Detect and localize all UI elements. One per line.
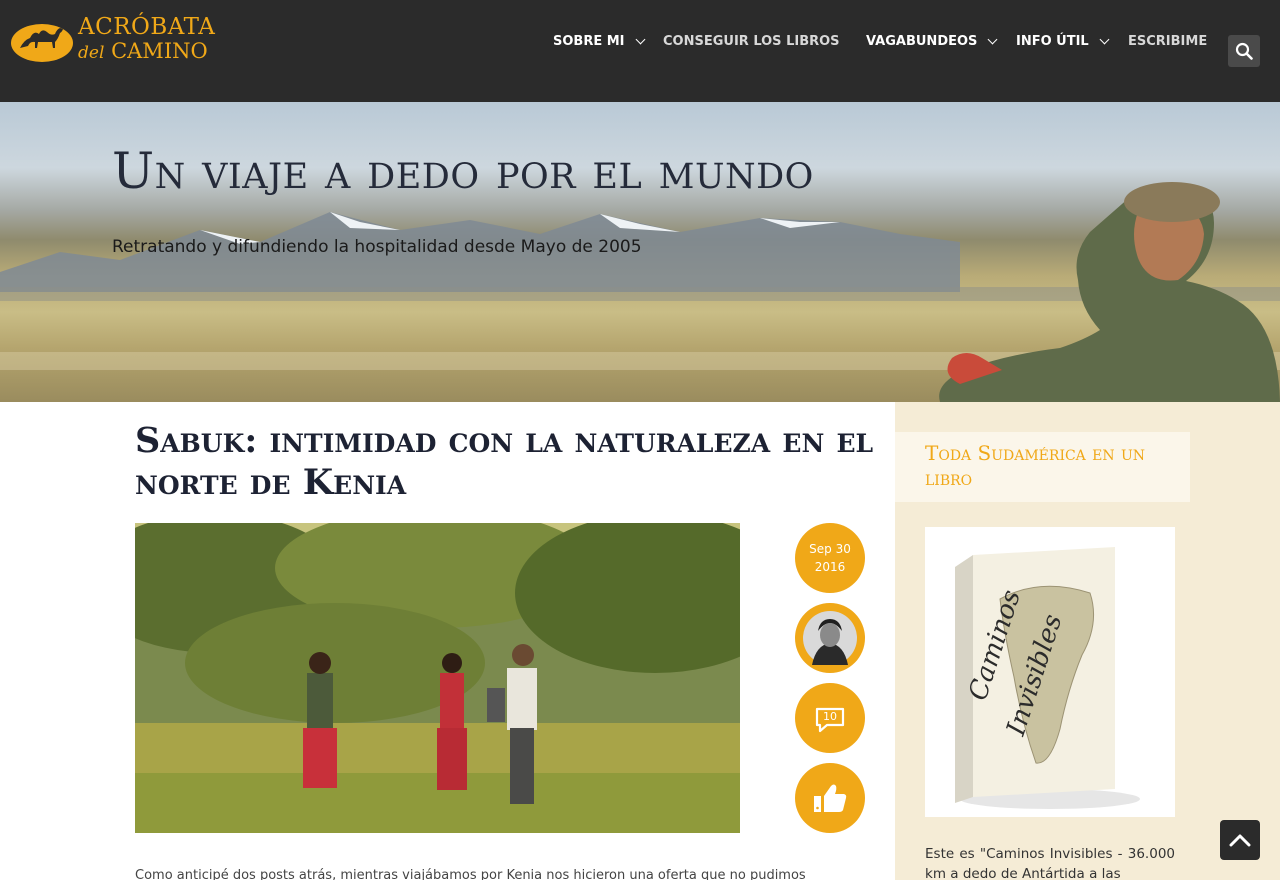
logo-line-1: ACRÓBATA (78, 14, 216, 40)
logo-wordmark: ACRÓBATA del CAMINO (78, 16, 215, 62)
hero-subtitle: Retratando y difundiendo la hospitalidad… (112, 237, 642, 257)
nav-item-info-util[interactable]: INFO ÚTIL (1016, 34, 1110, 49)
nav-label: CONSEGUIR LOS LIBROS (663, 34, 840, 49)
chevron-down-icon (635, 34, 645, 45)
kenya-walk-photo (135, 523, 740, 833)
nav-item-escribime[interactable]: ESCRIBIME (1128, 34, 1207, 49)
author-photo (803, 611, 857, 665)
nav-item-vagabundeos[interactable]: VAGABUNDEOS (866, 34, 998, 49)
nav-label: ESCRIBIME (1128, 34, 1208, 49)
camel-icon (11, 24, 73, 62)
search-icon (1235, 42, 1253, 60)
like-button[interactable] (795, 763, 865, 833)
author-avatar[interactable] (795, 603, 865, 673)
widget-title: Toda Sudamérica en un libro (925, 441, 1146, 490)
comments-badge[interactable]: 10 (795, 683, 865, 753)
nav-label: VAGABUNDEOS (866, 34, 978, 49)
nav-item-sobre-mi[interactable]: SOBRE MI (553, 34, 645, 49)
chevron-down-icon (987, 34, 998, 45)
post-date-badge: Sep 30 2016 (795, 523, 865, 593)
logo-line-2: del CAMINO (78, 41, 215, 62)
nav-label: SOBRE MI (553, 34, 625, 49)
search-button[interactable] (1228, 35, 1260, 67)
post-date-day: Sep 30 (809, 542, 851, 556)
post-date-year: 2016 (814, 560, 846, 574)
book-description: Este es "Caminos Invisibles - 36.000 km … (925, 846, 1175, 880)
hero-title: Un viaje a dedo por el mundo (112, 142, 814, 200)
thumbs-up-icon (814, 784, 847, 812)
post-title[interactable]: Sabuk: intimidad con la naturaleza en el… (135, 420, 895, 504)
chevron-up-icon (1229, 834, 1251, 847)
hero-banner: Un viaje a dedo por el mundo Retratando … (0, 102, 1280, 402)
chevron-down-icon (1099, 34, 1110, 45)
book-cover: Caminos Invisibles (925, 527, 1175, 817)
nav-item-conseguir-libros[interactable]: CONSEGUIR LOS LIBROS (663, 34, 840, 49)
comments-count: 10 (823, 710, 837, 723)
site-header: ACRÓBATA del CAMINO SOBRE MI CONSEGUIR L… (0, 0, 1280, 102)
book-cover-image[interactable]: Caminos Invisibles (925, 527, 1175, 817)
logo-del: del (78, 43, 105, 63)
post-featured-image[interactable] (135, 523, 740, 833)
logo-camino: CAMINO (111, 39, 208, 63)
site-logo[interactable]: ACRÓBATA del CAMINO (10, 14, 215, 64)
post-excerpt: Como anticipé dos posts atrás, mientras … (135, 868, 806, 880)
scroll-to-top-button[interactable] (1220, 820, 1260, 860)
nav-label: INFO ÚTIL (1016, 34, 1089, 49)
